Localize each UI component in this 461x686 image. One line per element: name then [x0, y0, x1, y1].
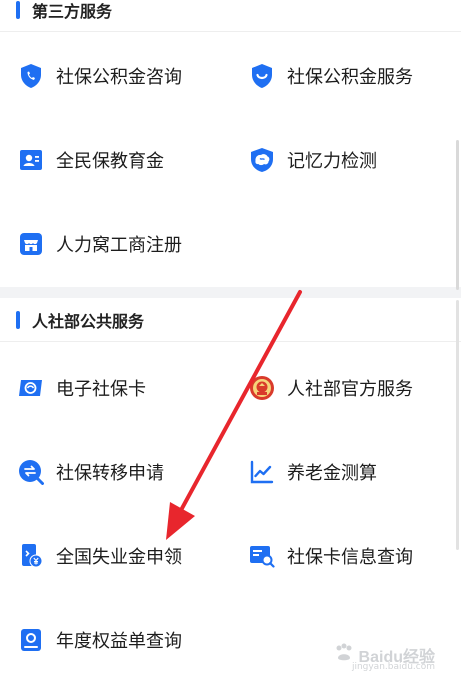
service-item-education-fund[interactable]: 全民保教育金 [18, 118, 164, 202]
line-chart-icon [249, 459, 275, 485]
emblem-icon [249, 375, 275, 401]
service-item-label: 社保卡信息查询 [287, 547, 413, 568]
phone-yuan-icon [18, 543, 44, 569]
service-item-label: 人力窝工商注册 [56, 235, 182, 256]
service-item-unemployment-benefit[interactable]: 全国失业金申领 [18, 514, 182, 598]
scrollbar-bottom[interactable] [456, 300, 459, 550]
social-card-icon [18, 375, 44, 401]
service-item-label: 全国失业金申领 [56, 547, 182, 568]
shield-phone-icon [18, 63, 44, 89]
person-search-icon [18, 627, 44, 653]
shield-smile-icon [249, 63, 275, 89]
service-item-label: 养老金测算 [287, 463, 377, 484]
id-card-icon [18, 147, 44, 173]
section-divider [0, 287, 461, 298]
section-accent-bar [16, 0, 20, 19]
scrollbar-top[interactable] [456, 140, 459, 290]
service-item-label: 年度权益单查询 [56, 631, 182, 652]
service-item-transfer-application[interactable]: 社保转移申请 [18, 430, 164, 514]
service-item-annual-rights-query[interactable]: 年度权益单查询 [18, 598, 182, 682]
service-item-business-registration[interactable]: 人力窝工商注册 [18, 202, 182, 286]
section-header-public-service: 人社部公共服务 [0, 298, 461, 342]
service-item-label: 全民保教育金 [56, 151, 164, 172]
service-item-label: 电子社保卡 [56, 379, 146, 400]
section-accent-bar [16, 310, 20, 329]
service-item-official-service[interactable]: 人社部官方服务 [249, 346, 413, 430]
brain-shield-icon [249, 147, 275, 173]
service-item-social-fund-service[interactable]: 社保公积金服务 [249, 34, 413, 118]
service-item-social-fund-consult[interactable]: 社保公积金咨询 [18, 34, 182, 118]
section-header-third-party: 第三方服务 [0, 0, 461, 32]
service-item-label: 社保公积金服务 [287, 67, 413, 88]
service-item-label: 人社部官方服务 [287, 379, 413, 400]
service-item-card-info-query[interactable]: 社保卡信息查询 [249, 514, 413, 598]
service-item-label: 记忆力检测 [287, 151, 377, 172]
service-item-label: 社保公积金咨询 [56, 67, 182, 88]
watermark-url: jingyan.baidu.com [351, 662, 435, 672]
baidu-watermark: Baidu经验 jingyan.baidu.com [333, 642, 435, 672]
service-item-e-social-card[interactable]: 电子社保卡 [18, 346, 146, 430]
service-item-pension-calculation[interactable]: 养老金测算 [249, 430, 377, 514]
card-search-icon [249, 543, 275, 569]
transfer-icon [18, 459, 44, 485]
service-item-label: 社保转移申请 [56, 463, 164, 484]
service-item-memory-test[interactable]: 记忆力检测 [249, 118, 377, 202]
section-title: 第三方服务 [32, 1, 113, 21]
store-icon [18, 231, 44, 257]
section-title: 人社部公共服务 [32, 311, 145, 331]
